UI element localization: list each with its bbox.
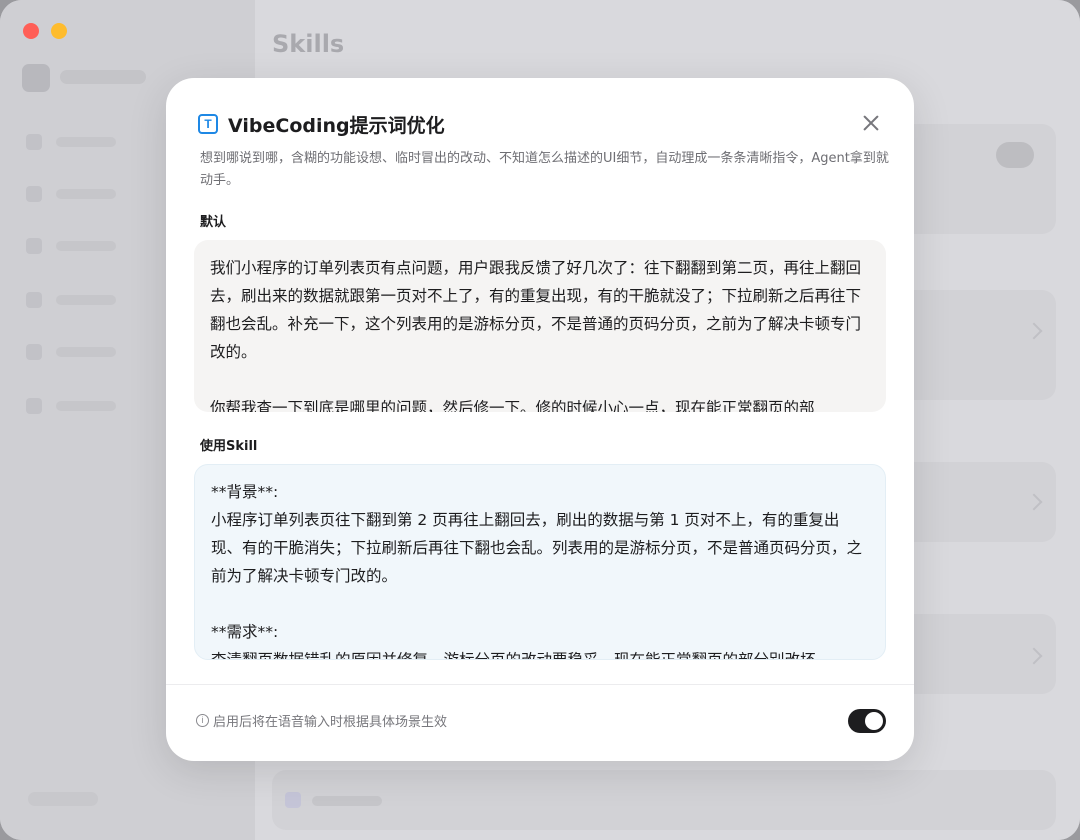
footer-note-text: 启用后将在语音输入时根据具体场景生效 xyxy=(213,715,448,730)
default-paragraph: 我们小程序的订单列表页有点问题，用户跟我反馈了好几次了：往下翻翻到第二页，再往上… xyxy=(210,259,862,361)
requirement-text: 查清翻页数据错乱的原因并修复，游标分页的改动要稳妥，现在能正常翻页的部分别改坏 xyxy=(211,651,816,660)
background-brand xyxy=(60,70,146,84)
close-icon[interactable] xyxy=(860,112,882,134)
requirement-heading: **需求**: xyxy=(211,623,279,641)
footer-divider xyxy=(166,684,914,685)
background-nav-item xyxy=(26,292,126,308)
window-minimize-button[interactable] xyxy=(51,23,67,39)
background-nav-item xyxy=(26,398,126,414)
skill-modal: T VibeCoding提示词优化 想到哪说到哪，含糊的功能设想、临时冒出的改动… xyxy=(166,78,914,761)
default-paragraph: 你帮我查一下到底是哪里的问题，然后修一下。修的时候小心一点，现在能正常翻页的部 xyxy=(210,399,815,412)
modal-header: T VibeCoding提示词优化 xyxy=(198,111,445,137)
window-close-button[interactable] xyxy=(23,23,39,39)
background-nav-item xyxy=(26,186,126,202)
skill-section-label: 使用Skill xyxy=(200,439,258,454)
background-logo xyxy=(22,64,50,92)
toggle-knob xyxy=(865,712,883,730)
default-section-label: 默认 xyxy=(200,215,227,230)
modal-title: VibeCoding提示词优化 xyxy=(228,114,445,137)
background-footer xyxy=(28,792,98,806)
background-heading: **背景**: xyxy=(211,483,279,501)
background-page-title: Skills xyxy=(272,30,345,58)
text-t-icon: T xyxy=(198,114,218,134)
app-window: Skills T VibeCoding提示词优化 想到哪说到哪，含糊的功能设想、… xyxy=(0,0,1080,840)
enable-toggle[interactable] xyxy=(848,709,886,733)
background-text: 小程序订单列表页往下翻到第 2 页再往上翻回去，刷出的数据与第 1 页对不上，有… xyxy=(211,511,863,585)
background-item-icon xyxy=(285,792,301,808)
background-card xyxy=(272,770,1056,830)
default-prompt-box[interactable]: 我们小程序的订单列表页有点问题，用户跟我反馈了好几次了：往下翻翻到第二页，再往上… xyxy=(194,240,886,412)
background-nav-item xyxy=(26,134,126,150)
modal-subtitle: 想到哪说到哪，含糊的功能设想、临时冒出的改动、不知道怎么描述的UI细节，自动理成… xyxy=(200,151,889,188)
background-toggle xyxy=(996,142,1034,168)
footer-note: i 启用后将在语音输入时根据具体场景生效 xyxy=(196,711,447,730)
info-icon: i xyxy=(196,714,209,727)
background-nav-item xyxy=(26,238,126,254)
skill-prompt-box[interactable]: **背景**: 小程序订单列表页往下翻到第 2 页再往上翻回去，刷出的数据与第 … xyxy=(194,464,886,660)
background-item-label xyxy=(312,796,382,806)
background-nav-item xyxy=(26,344,126,360)
